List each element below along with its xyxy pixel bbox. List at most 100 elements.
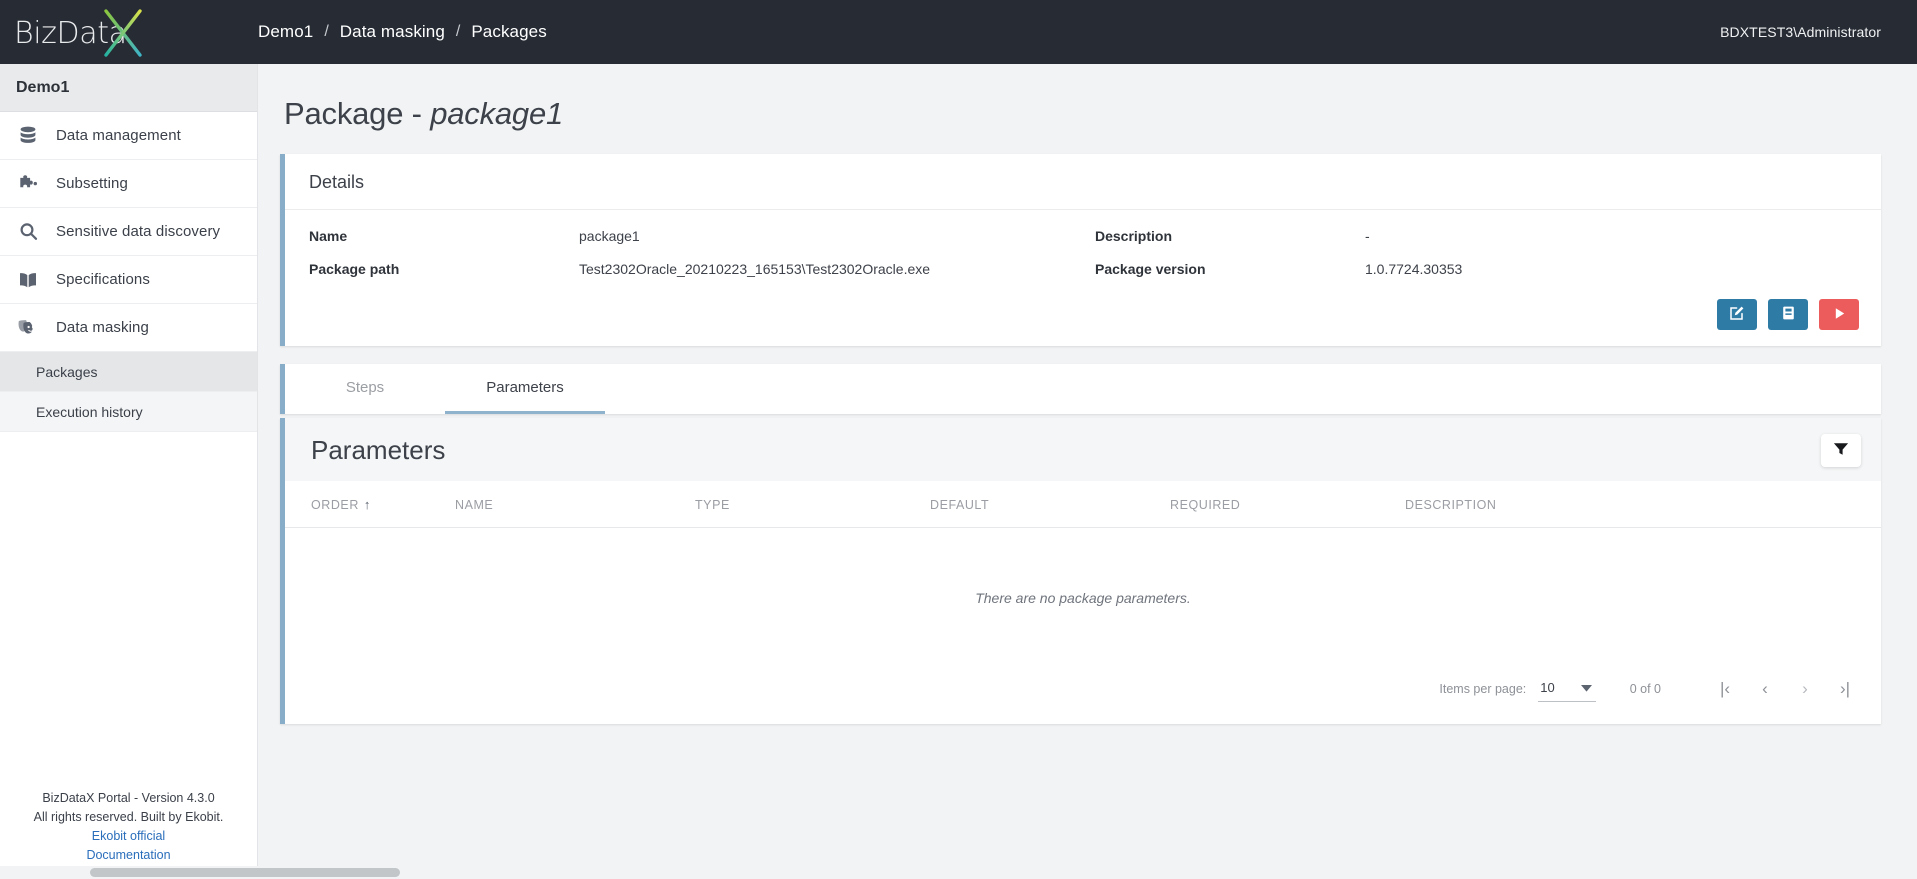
footer-rights: All rights reserved. Built by Ekobit. [33, 810, 224, 824]
sidebar-item-sensitive-data-discovery[interactable]: Sensitive data discovery [0, 208, 257, 256]
page-title: Package - package1 [284, 96, 1881, 132]
items-per-page-value: 10 [1540, 680, 1555, 695]
filter-icon [1833, 442, 1849, 459]
sidebar-subitem-label: Packages [36, 363, 98, 380]
column-label: DESCRIPTION [1405, 497, 1497, 512]
current-user-label[interactable]: BDXTEST3\Administrator [1720, 24, 1917, 40]
sidebar-item-label: Subsetting [56, 175, 128, 192]
page-range-label: 0 of 0 [1629, 682, 1661, 696]
run-package-button[interactable] [1819, 299, 1859, 330]
sidebar-item-label: Data management [56, 127, 181, 144]
chevron-left-icon: ‹ [1762, 679, 1768, 698]
table-header-row: ORDER ↑ NAME TYPE DEFAULT REQUIRED DESCRI… [285, 481, 1881, 528]
detail-label-package-path: Package path [309, 261, 400, 277]
horizontal-scrollbar[interactable] [0, 866, 1917, 879]
details-actions [285, 289, 1881, 346]
sidebar-item-data-masking[interactable]: Data masking [0, 304, 257, 352]
items-per-page-label: Items per page: [1439, 682, 1527, 696]
paginator: Items per page: 10 0 of 0 |‹ ‹ › ›| [285, 672, 1881, 724]
database-icon [16, 124, 40, 148]
sidebar-footer: BizDataX Portal - Version 4.3.0 All righ… [0, 779, 257, 879]
previous-page-button[interactable]: ‹ [1745, 669, 1785, 709]
body-split: Demo1 Data management Subsetting Sensiti… [0, 64, 1917, 879]
detail-value-package-path: Test2302Oracle_20210223_165153\Test2302O… [579, 261, 931, 277]
sidebar: Demo1 Data management Subsetting Sensiti… [0, 64, 258, 879]
sidebar-item-packages[interactable]: Packages [0, 352, 257, 392]
sidebar-item-execution-history[interactable]: Execution history [0, 392, 257, 432]
bizdatax-logo: BizData [14, 6, 144, 58]
footer-version: BizDataX Portal - Version 4.3.0 [42, 791, 215, 805]
column-header-required[interactable]: REQUIRED [1170, 481, 1405, 528]
book-icon [16, 268, 40, 292]
page-title-prefix: Package - [284, 96, 431, 131]
page-title-name: package1 [430, 96, 564, 131]
column-label: TYPE [695, 497, 730, 512]
sidebar-project-name: Demo1 [0, 64, 257, 112]
parameters-title: Parameters [311, 435, 446, 465]
scrollbar-thumb[interactable] [90, 868, 400, 877]
last-page-icon: ›| [1839, 679, 1851, 698]
details-card: Details Name package1 Description - Pack… [280, 154, 1881, 346]
chevron-down-icon [1580, 679, 1592, 697]
column-label: REQUIRED [1170, 497, 1241, 512]
edit-package-button[interactable] [1717, 299, 1757, 330]
tab-label: Parameters [486, 379, 564, 396]
detail-value-description: - [1365, 228, 1370, 244]
breadcrumb-separator: / [324, 23, 329, 40]
first-page-button[interactable]: |‹ [1705, 669, 1745, 709]
filter-button[interactable] [1821, 434, 1861, 467]
top-bar: BizData Demo1 / Data masking / Packages … [0, 0, 1917, 64]
column-header-name[interactable]: NAME [455, 481, 695, 528]
logo-x-icon [104, 9, 142, 57]
column-header-type[interactable]: TYPE [695, 481, 930, 528]
breadcrumb-item-0[interactable]: Demo1 [258, 22, 313, 42]
detail-value-package-version: 1.0.7724.30353 [1365, 261, 1463, 277]
footer-link-documentation[interactable]: Documentation [8, 846, 249, 865]
play-icon [1832, 306, 1847, 324]
breadcrumb-item-2[interactable]: Packages [471, 22, 546, 42]
parameters-card: Parameters ORDER ↑ NAME TYPE DEFAULT REQ… [280, 418, 1881, 724]
tab-steps[interactable]: Steps [285, 364, 445, 414]
column-label: ORDER [311, 498, 359, 512]
detail-value-name: package1 [579, 228, 640, 244]
column-header-default[interactable]: DEFAULT [930, 481, 1170, 528]
sidebar-item-data-management[interactable]: Data management [0, 112, 257, 160]
sidebar-item-specifications[interactable]: Specifications [0, 256, 257, 304]
edit-icon [1729, 305, 1745, 324]
items-per-page-select[interactable]: 10 [1538, 677, 1596, 702]
parameters-table-body: There are no package parameters. [285, 528, 1881, 673]
breadcrumb-item-1[interactable]: Data masking [340, 22, 445, 42]
empty-state-row: There are no package parameters. [285, 528, 1881, 673]
tabs-bar: Steps Parameters [280, 364, 1881, 414]
parameters-table-head: ORDER ↑ NAME TYPE DEFAULT REQUIRED DESCRI… [285, 481, 1881, 528]
chevron-right-icon: › [1802, 679, 1808, 698]
column-header-order[interactable]: ORDER ↑ [285, 481, 455, 528]
detail-label-description: Description [1095, 228, 1173, 244]
app-root: BizData Demo1 / Data masking / Packages … [0, 0, 1917, 879]
parameters-header: Parameters [285, 418, 1881, 481]
column-label: NAME [455, 497, 494, 512]
empty-state-message: There are no package parameters. [975, 590, 1191, 606]
column-header-description[interactable]: DESCRIPTION [1405, 481, 1881, 528]
next-page-button[interactable]: › [1785, 669, 1825, 709]
footer-link-ekobit-official[interactable]: Ekobit official [8, 827, 249, 846]
breadcrumb: Demo1 / Data masking / Packages [258, 22, 547, 42]
search-icon [16, 220, 40, 244]
save-package-button[interactable] [1768, 299, 1808, 330]
first-page-icon: |‹ [1719, 679, 1731, 698]
sort-ascending-icon: ↑ [363, 497, 371, 512]
tab-parameters[interactable]: Parameters [445, 364, 605, 414]
parameters-table: ORDER ↑ NAME TYPE DEFAULT REQUIRED DESCRI… [285, 481, 1881, 672]
main-content: Package - package1 Details Name package1… [258, 64, 1917, 879]
detail-label-name: Name [309, 228, 348, 244]
logo-area[interactable]: BizData [0, 0, 258, 64]
detail-label-package-version: Package version [1095, 261, 1206, 277]
sidebar-subitem-label: Execution history [36, 403, 143, 420]
sidebar-item-subsetting[interactable]: Subsetting [0, 160, 257, 208]
column-label: DEFAULT [930, 497, 990, 512]
details-heading: Details [285, 154, 1881, 210]
last-page-button[interactable]: ›| [1825, 669, 1865, 709]
sidebar-spacer [0, 432, 257, 779]
tab-label: Steps [345, 379, 385, 396]
details-grid: Name package1 Description - Package path… [285, 210, 1881, 289]
